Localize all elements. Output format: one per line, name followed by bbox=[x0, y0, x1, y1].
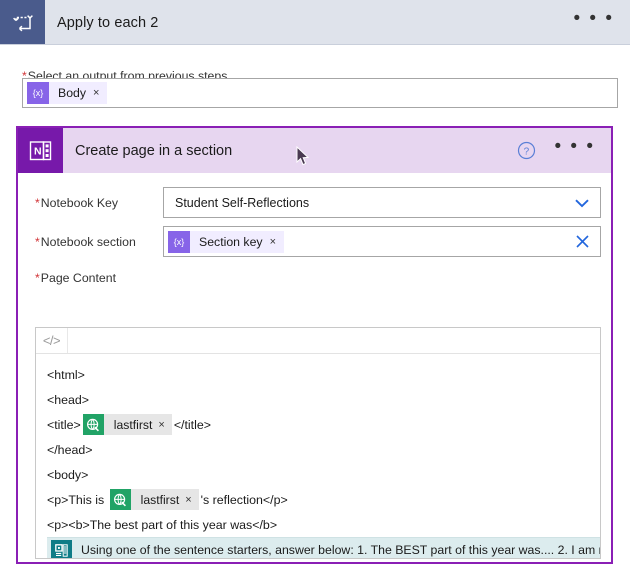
notebook-section-label-text: Notebook section bbox=[40, 235, 136, 249]
required-asterisk: * bbox=[35, 196, 40, 210]
code-text: 's reflection</p> bbox=[200, 492, 288, 507]
onenote-icon: N bbox=[18, 128, 63, 173]
code-text: </title> bbox=[173, 417, 212, 432]
onenote-card-body: *Notebook Key Student Self-Reflections *… bbox=[18, 173, 611, 562]
expression-icon: {x} bbox=[27, 82, 49, 104]
dynamic-token-section-key[interactable]: {x} Section key × bbox=[168, 230, 285, 253]
notebook-section-label: *Notebook section bbox=[35, 235, 136, 249]
code-line: <p><b>The best part of this year was</b> bbox=[36, 512, 600, 537]
close-icon[interactable]: × bbox=[158, 419, 171, 431]
dynamic-token-label: Body bbox=[58, 86, 87, 100]
excel-online-icon bbox=[109, 489, 131, 510]
close-icon[interactable]: × bbox=[270, 236, 284, 248]
page-content-label: *Page Content bbox=[35, 271, 116, 285]
code-text: <html> bbox=[47, 367, 85, 382]
code-text: <p>This is bbox=[47, 492, 108, 507]
help-icon[interactable]: ? bbox=[511, 128, 542, 173]
dynamic-token-label: lastfirst bbox=[113, 417, 153, 432]
code-editor-toolbar: </> bbox=[36, 328, 600, 354]
code-text: <p><b>The best part of this year was</b> bbox=[47, 517, 278, 532]
code-line: <p>This is lastfirst × 's reflection</p> bbox=[36, 487, 600, 512]
dynamic-token-lastfirst[interactable]: lastfirst × bbox=[109, 489, 199, 510]
code-line: <body> bbox=[36, 462, 600, 487]
notebook-key-dropdown[interactable]: Student Self-Reflections bbox=[163, 187, 601, 218]
page-content-editor[interactable]: </> <html> <head> <title> lastfirst × </… bbox=[35, 327, 601, 559]
dynamic-token-label: lastfirst bbox=[140, 492, 180, 507]
dynamic-token-lastfirst[interactable]: lastfirst × bbox=[82, 414, 172, 435]
code-view-icon[interactable]: </> bbox=[36, 328, 68, 353]
notebook-section-input[interactable]: {x} Section key × bbox=[163, 226, 601, 257]
dynamic-token-body[interactable]: {x} Body × bbox=[27, 82, 108, 104]
microsoft-forms-icon bbox=[51, 539, 72, 558]
notebook-key-label-text: Notebook Key bbox=[40, 196, 119, 210]
close-icon[interactable]: × bbox=[185, 494, 198, 506]
clear-x-icon[interactable] bbox=[564, 234, 600, 249]
code-line: <title> lastfirst × </title> bbox=[36, 412, 600, 437]
onenote-card-more-button[interactable]: • • • bbox=[542, 128, 611, 173]
apply-to-each-more-button[interactable]: • • • bbox=[557, 0, 630, 45]
required-asterisk: * bbox=[35, 271, 40, 285]
excel-online-icon bbox=[82, 414, 104, 435]
code-line-forms-token[interactable]: Using one of the sentence starters, answ… bbox=[47, 537, 600, 558]
loop-icon bbox=[0, 0, 45, 45]
dynamic-token-label: Section key bbox=[199, 234, 263, 249]
onenote-create-page-card: N Create page in a section ? • • • *Note… bbox=[16, 126, 613, 564]
code-text: <head> bbox=[47, 392, 90, 407]
apply-to-each-title: Apply to each 2 bbox=[57, 14, 159, 31]
code-text: </head> bbox=[47, 442, 93, 457]
apply-to-each-card-header[interactable]: Apply to each 2 • • • bbox=[0, 0, 630, 45]
code-line: <head> bbox=[36, 387, 600, 412]
code-text: <body> bbox=[47, 467, 89, 482]
onenote-card-header[interactable]: N Create page in a section ? • • • bbox=[18, 128, 611, 173]
required-asterisk: * bbox=[35, 235, 40, 249]
forms-token-text: Using one of the sentence starters, answ… bbox=[81, 543, 600, 557]
code-line: <html> bbox=[36, 362, 600, 387]
notebook-key-value: Student Self-Reflections bbox=[175, 195, 310, 210]
svg-text:?: ? bbox=[524, 146, 530, 157]
power-automate-flow-designer: Apply to each 2 • • • *Select an output … bbox=[0, 0, 630, 564]
select-output-input[interactable]: {x} Body × bbox=[22, 78, 618, 108]
code-editor-content[interactable]: <html> <head> <title> lastfirst × </titl… bbox=[36, 354, 600, 558]
page-content-label-text: Page Content bbox=[40, 271, 117, 285]
close-icon[interactable]: × bbox=[93, 87, 107, 99]
svg-text:N: N bbox=[34, 145, 42, 157]
chevron-down-icon[interactable] bbox=[564, 198, 600, 208]
onenote-card-title: Create page in a section bbox=[75, 142, 233, 159]
notebook-key-label: *Notebook Key bbox=[35, 196, 118, 210]
expression-icon: {x} bbox=[168, 230, 190, 253]
code-line: </head> bbox=[36, 437, 600, 462]
code-text: <title> bbox=[47, 417, 81, 432]
